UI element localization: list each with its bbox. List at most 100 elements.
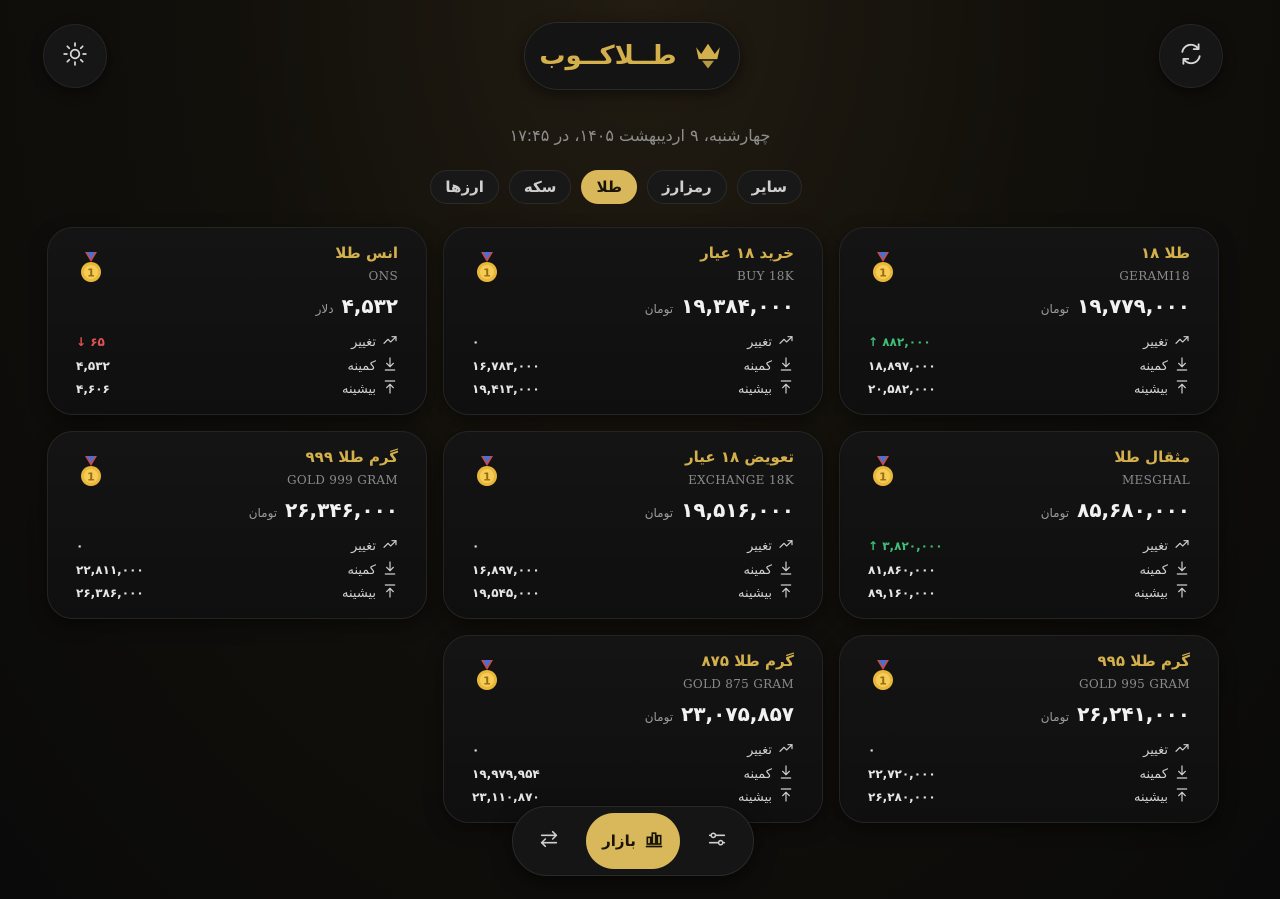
theme-toggle-button[interactable] [43, 24, 107, 88]
max-label: بیشینه [1134, 585, 1168, 601]
nav-convert-button[interactable] [523, 815, 575, 867]
price-value: ۱۹,۵۱۶,۰۰۰ [681, 498, 794, 522]
sliders-icon [706, 828, 728, 854]
min-label: کمینه [743, 766, 772, 782]
min-row: کمینه ۱۶,۷۸۳,۰۰۰ [472, 356, 794, 376]
max-row: بیشینه ۲۰,۵۸۲,۰۰۰ [868, 379, 1190, 399]
card-price: ۱۹,۷۷۹,۰۰۰ تومان [1041, 294, 1190, 318]
arrow-down-to-line-icon [778, 560, 794, 580]
price-unit: تومان [1040, 302, 1070, 316]
refresh-icon [1178, 41, 1204, 71]
change-label: تغییر [747, 334, 772, 350]
max-value: ۲۰,۵۸۲,۰۰۰ [868, 382, 936, 396]
app-logo: طــلاکــوب [524, 22, 740, 90]
price-value: ۸۵,۶۸۰,۰۰۰ [1077, 498, 1190, 522]
min-row: کمینه ۱۶,۸۹۷,۰۰۰ [472, 560, 794, 580]
gold-medal-icon: 1 [78, 456, 104, 488]
max-value: ۲۶,۲۸۰,۰۰۰ [868, 790, 936, 804]
arrow-up-from-line-icon [382, 379, 398, 399]
price-card[interactable]: مثقال طلا MESGHAL 1 ۸۵,۶۸۰,۰۰۰ تومان تغی… [839, 431, 1219, 619]
gold-medal-icon: 1 [78, 252, 104, 284]
max-label: بیشینه [738, 585, 772, 601]
tab-other[interactable]: سایر [736, 170, 802, 204]
min-value: ۱۹,۹۷۹,۹۵۴ [472, 767, 540, 781]
price-card[interactable]: گرم طلا ۹۹۹ GOLD 999 GRAM 1 ۲۶,۳۴۶,۰۰۰ ت… [47, 431, 427, 619]
price-card[interactable]: طلا ۱۸ GERAMI18 1 ۱۹,۷۷۹,۰۰۰ تومان تغییر… [839, 227, 1219, 415]
category-tabs: سایر رمزارز طلا سکه ارزها [430, 170, 802, 206]
price-card[interactable]: انس طلا ONS 1 ۴,۵۳۲ دلار تغییر ↓ ۶۵ کمین… [47, 227, 427, 415]
card-price: ۲۳,۰۷۵,۸۵۷ تومان [645, 702, 794, 726]
tab-coin[interactable]: سکه [508, 170, 572, 204]
svg-text:1: 1 [879, 267, 887, 280]
trend-icon [1174, 536, 1190, 556]
svg-text:1: 1 [483, 471, 491, 484]
svg-text:1: 1 [879, 471, 887, 484]
market-icon [644, 829, 664, 853]
min-value: ۴,۵۳۲ [76, 359, 110, 373]
change-label: تغییر [1143, 742, 1168, 758]
price-card[interactable]: خرید ۱۸ عیار BUY 18K 1 ۱۹,۳۸۴,۰۰۰ تومان … [443, 227, 823, 415]
arrow-down-to-line-icon [778, 356, 794, 376]
svg-text:1: 1 [483, 675, 491, 688]
max-row: بیشینه ۲۳,۱۱۰,۸۷۰ [472, 787, 794, 807]
last-update-date: چهارشنبه، ۹ اردیبهشت ۱۴۰۵، در ۱۷:۴۵ [509, 126, 771, 145]
min-row: کمینه ۲۲,۸۱۱,۰۰۰ [76, 560, 398, 580]
change-row: تغییر ۰ [472, 740, 794, 760]
card-subtitle: BUY 18K [736, 269, 794, 283]
tab-crypto[interactable]: رمزارز [646, 170, 727, 204]
max-row: بیشینه ۱۹,۴۱۳,۰۰۰ [472, 379, 794, 399]
min-value: ۱۶,۸۹۷,۰۰۰ [472, 563, 540, 577]
nav-settings-button[interactable] [691, 815, 743, 867]
price-card[interactable]: گرم طلا ۸۷۵ GOLD 875 GRAM 1 ۲۳,۰۷۵,۸۵۷ ت… [443, 635, 823, 823]
max-value: ۲۳,۱۱۰,۸۷۰ [472, 790, 540, 804]
card-price: ۱۹,۵۱۶,۰۰۰ تومان [645, 498, 794, 522]
sun-icon [62, 41, 88, 71]
trend-icon [382, 536, 398, 556]
svg-text:1: 1 [87, 471, 95, 484]
change-value: ↓ ۶۵ [76, 335, 105, 349]
max-label: بیشینه [738, 381, 772, 397]
change-row: تغییر ۰ [472, 536, 794, 556]
tab-currencies[interactable]: ارزها [430, 170, 499, 204]
min-value: ۲۲,۷۲۰,۰۰۰ [868, 767, 936, 781]
price-value: ۲۶,۳۴۶,۰۰۰ [285, 498, 398, 522]
card-subtitle: GOLD 875 GRAM [682, 677, 794, 691]
refresh-button[interactable] [1159, 24, 1223, 88]
price-value: ۲۶,۲۴۱,۰۰۰ [1077, 702, 1190, 726]
min-label: کمینه [743, 562, 772, 578]
max-label: بیشینه [342, 585, 376, 601]
tab-gold[interactable]: طلا [581, 170, 637, 204]
max-label: بیشینه [1134, 381, 1168, 397]
change-value: ۰ [76, 539, 84, 553]
card-title: گرم طلا ۹۹۹ [305, 448, 398, 466]
max-row: بیشینه ۸۹,۱۶۰,۰۰۰ [868, 583, 1190, 603]
min-label: کمینه [347, 562, 376, 578]
price-unit: تومان [644, 302, 674, 316]
max-value: ۱۹,۵۴۵,۰۰۰ [472, 586, 540, 600]
min-value: ۱۶,۷۸۳,۰۰۰ [472, 359, 540, 373]
gold-medal-icon: 1 [474, 456, 500, 488]
arrow-down-to-line-icon [1174, 764, 1190, 784]
change-row: تغییر ۰ [868, 740, 1190, 760]
price-card[interactable]: تعویض ۱۸ عیار EXCHANGE 18K 1 ۱۹,۵۱۶,۰۰۰ … [443, 431, 823, 619]
card-subtitle: MESGHAL [1121, 473, 1190, 487]
price-value: ۴,۵۳۲ [341, 294, 398, 318]
card-title: گرم طلا ۹۹۵ [1097, 652, 1190, 670]
arrow-down-to-line-icon [382, 560, 398, 580]
change-row: تغییر ↑ ۳,۸۲۰,۰۰۰ [868, 536, 1190, 556]
card-price: ۸۵,۶۸۰,۰۰۰ تومان [1041, 498, 1190, 522]
price-card[interactable]: گرم طلا ۹۹۵ GOLD 995 GRAM 1 ۲۶,۲۴۱,۰۰۰ ت… [839, 635, 1219, 823]
price-value: ۱۹,۷۷۹,۰۰۰ [1077, 294, 1190, 318]
max-label: بیشینه [738, 789, 772, 805]
logo-text: طــلاکــوب [539, 41, 677, 71]
max-value: ۸۹,۱۶۰,۰۰۰ [868, 586, 936, 600]
nav-market-button[interactable]: بازار [586, 813, 680, 869]
arrow-down-to-line-icon [778, 764, 794, 784]
change-label: تغییر [747, 742, 772, 758]
change-row: تغییر ↓ ۶۵ [76, 332, 398, 352]
svg-text:1: 1 [87, 267, 95, 280]
price-value: ۱۹,۳۸۴,۰۰۰ [681, 294, 794, 318]
arrow-up-from-line-icon [1174, 787, 1190, 807]
card-subtitle: GERAMI18 [1119, 269, 1190, 283]
arrow-down-to-line-icon [382, 356, 398, 376]
